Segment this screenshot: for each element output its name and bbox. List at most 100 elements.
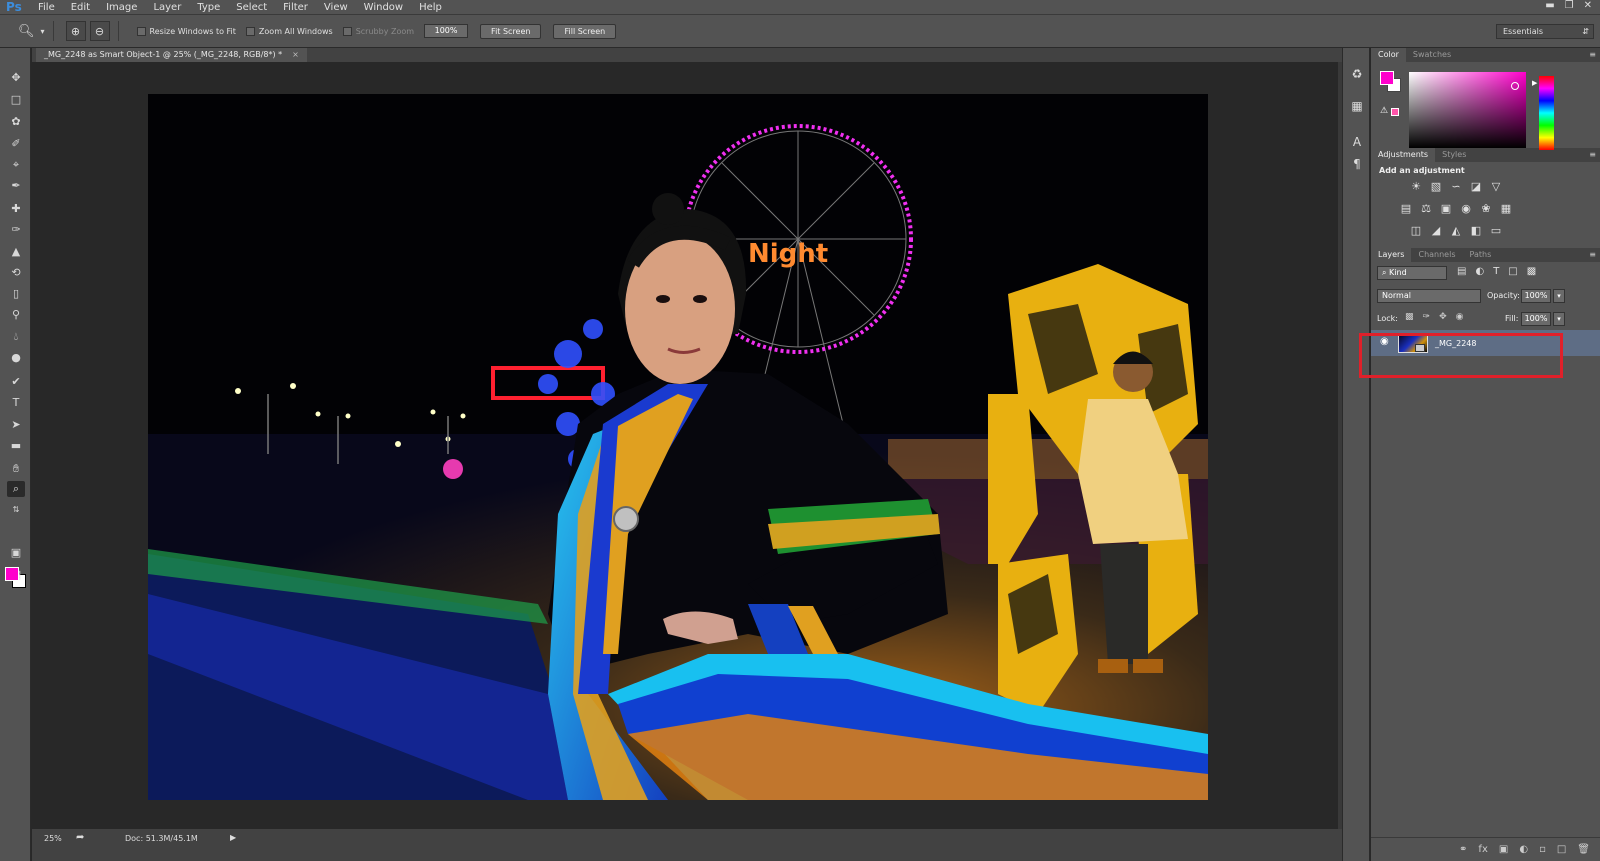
exposure-icon[interactable]: ◪ (1469, 180, 1483, 194)
healing-brush-tool-icon[interactable]: ✚ (7, 201, 25, 217)
lock-transparent-icon[interactable]: ▩ (1405, 312, 1414, 322)
blur-tool-icon[interactable]: 💧︎ (7, 329, 25, 345)
menu-view[interactable]: View (316, 2, 356, 13)
opacity-slider-arrow-icon[interactable]: ▾ (1553, 289, 1565, 303)
document-tab[interactable]: _MG_2248 as Smart Object-1 @ 25% (_MG_22… (36, 48, 307, 62)
zoom-100-button[interactable]: 100% (424, 24, 469, 38)
new-adjustment-layer-icon[interactable]: ◐ (1519, 844, 1528, 855)
checkbox-box[interactable] (245, 26, 255, 36)
workspace-switcher[interactable]: Essentials ⇵ (1496, 24, 1594, 39)
document-photo[interactable]: Night (148, 94, 1208, 800)
delete-layer-icon[interactable]: 🗑︎ (1577, 844, 1590, 855)
properties-panel-icon[interactable]: ▦ (1349, 98, 1365, 114)
close-window-button[interactable]: ✕ (1584, 0, 1592, 11)
vibrance-icon[interactable]: ▽ (1489, 180, 1503, 194)
gamut-color-swatch[interactable] (1391, 108, 1399, 116)
tab-adjustments[interactable]: Adjustments (1371, 148, 1436, 162)
layer-filter-kind-select[interactable]: ⌕ Kind (1377, 266, 1447, 280)
character-panel-icon[interactable]: A (1349, 134, 1365, 150)
color-balance-icon[interactable]: ⚖ (1419, 202, 1433, 216)
shape-layer-filter-icon[interactable]: □ (1508, 266, 1517, 277)
hue-slider[interactable] (1539, 76, 1554, 150)
menu-edit[interactable]: Edit (63, 2, 98, 13)
tab-color[interactable]: Color (1371, 48, 1406, 62)
gradient-map-icon[interactable]: ◧ (1469, 224, 1483, 238)
foreground-color-swatch[interactable] (5, 567, 19, 581)
threshold-icon[interactable]: ◭ (1449, 224, 1463, 238)
panel-menu-icon[interactable]: ≡ (1589, 48, 1600, 62)
menu-type[interactable]: Type (189, 2, 228, 13)
menu-layer[interactable]: Layer (145, 2, 189, 13)
fit-screen-button[interactable]: Fit Screen (480, 23, 542, 39)
new-layer-icon[interactable]: □ (1557, 844, 1566, 855)
levels-icon[interactable]: ▧ (1429, 180, 1443, 194)
move-tool-icon[interactable]: ✥ (7, 70, 25, 86)
add-mask-icon[interactable]: ▣ (1499, 844, 1508, 855)
opacity-input[interactable]: 100% (1521, 289, 1551, 303)
posterize-icon[interactable]: ◢ (1429, 224, 1443, 238)
saturation-brightness-field[interactable] (1409, 72, 1526, 148)
selective-color-icon[interactable]: ▭ (1489, 224, 1503, 238)
pixel-layer-filter-icon[interactable]: ▤ (1457, 266, 1466, 277)
hue-saturation-icon[interactable]: ▤ (1399, 202, 1413, 216)
rectangle-tool-icon[interactable]: ▬ (7, 438, 25, 454)
eyedropper-tool-icon[interactable]: ✒ (7, 178, 25, 194)
menu-select[interactable]: Select (228, 2, 275, 13)
menu-image[interactable]: Image (98, 2, 145, 13)
visibility-eye-icon[interactable]: ◉ (1380, 336, 1389, 347)
tab-layers[interactable]: Layers (1371, 248, 1412, 262)
menu-file[interactable]: File (30, 2, 63, 13)
panel-menu-icon[interactable]: ≡ (1589, 148, 1600, 162)
quick-mask-icon[interactable]: ▣ (7, 545, 25, 561)
lock-all-icon[interactable]: ◉ (1456, 312, 1464, 322)
status-menu-arrow-icon[interactable]: ▶ (230, 833, 236, 842)
paragraph-panel-icon[interactable]: ¶ (1349, 156, 1365, 172)
zoom-out-button[interactable]: ⊖ (89, 21, 110, 41)
panel-menu-icon[interactable]: ≡ (1589, 248, 1600, 262)
layer-name[interactable]: _MG_2248 (1435, 339, 1476, 348)
tab-swatches[interactable]: Swatches (1406, 48, 1458, 62)
share-icon[interactable]: ➦ (76, 832, 84, 843)
brush-tool-icon[interactable]: ✑ (7, 222, 25, 238)
swap-colors-icon[interactable]: ⇅ (7, 502, 25, 518)
scrubby-zoom-checkbox[interactable]: Scrubby Zoom (342, 26, 414, 36)
menu-filter[interactable]: Filter (275, 2, 316, 13)
history-brush-tool-icon[interactable]: ⟲ (7, 265, 25, 281)
close-tab-icon[interactable]: × (292, 50, 299, 59)
quick-select-tool-icon[interactable]: ✐ (7, 136, 25, 152)
lock-image-icon[interactable]: ✑ (1423, 312, 1431, 322)
black-white-icon[interactable]: ▣ (1439, 202, 1453, 216)
dodge-tool-icon[interactable]: ● (7, 350, 25, 366)
link-layers-icon[interactable]: ⚭ (1459, 844, 1467, 855)
preset-dropdown-arrow-icon[interactable]: ▾ (41, 27, 45, 36)
color-lookup-icon[interactable]: ▦ (1499, 202, 1513, 216)
layer-style-fx-icon[interactable]: fx (1478, 844, 1487, 855)
minimize-button[interactable]: ▬ (1545, 0, 1554, 11)
gamut-warning-icon[interactable]: ⚠ (1380, 106, 1388, 116)
smart-object-filter-icon[interactable]: ▩ (1527, 266, 1536, 277)
tab-channels[interactable]: Channels (1411, 248, 1462, 262)
fill-slider-arrow-icon[interactable]: ▾ (1553, 312, 1565, 326)
eraser-tool-icon[interactable]: ▯ (7, 286, 25, 302)
brightness-icon[interactable]: ☀ (1409, 180, 1423, 194)
color-picker-ring[interactable] (1511, 82, 1519, 90)
fill-input[interactable]: 100% (1521, 312, 1551, 326)
zoom-tool-icon[interactable]: ⌕ (7, 481, 25, 497)
new-group-icon[interactable]: ▫ (1539, 844, 1546, 855)
lock-position-icon[interactable]: ✥ (1439, 312, 1447, 322)
restore-button[interactable]: ❐ (1565, 0, 1574, 11)
invert-icon[interactable]: ◫ (1409, 224, 1423, 238)
menu-window[interactable]: Window (356, 2, 411, 13)
paint-bucket-tool-icon[interactable]: ⚲ (7, 307, 25, 323)
zoom-in-button[interactable]: ⊕ (65, 21, 86, 41)
zoom-level[interactable]: 25% (44, 834, 62, 843)
checkbox-box[interactable] (342, 26, 352, 36)
adjustment-layer-filter-icon[interactable]: ◐ (1475, 266, 1484, 277)
fill-screen-button[interactable]: Fill Screen (553, 23, 617, 39)
tab-paths[interactable]: Paths (1463, 248, 1499, 262)
hand-tool-icon[interactable]: ✋︎ (7, 461, 25, 477)
tab-styles[interactable]: Styles (1435, 148, 1473, 162)
zoom-all-windows-checkbox[interactable]: Zoom All Windows (245, 26, 333, 36)
layer-row[interactable]: ◉ _MG_2248 (1371, 330, 1600, 356)
resize-windows-checkbox[interactable]: Resize Windows to Fit (136, 26, 236, 36)
